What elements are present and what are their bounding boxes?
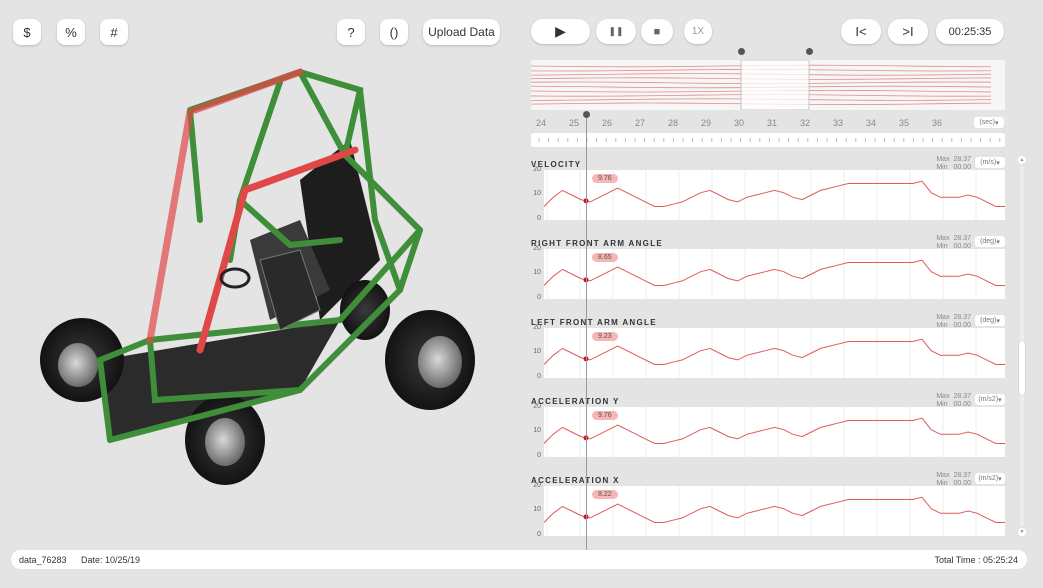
y-tick-label: 10 <box>533 269 541 276</box>
timeline-tick-label: 26 <box>601 118 613 128</box>
skip-start-button[interactable]: I< <box>841 19 881 44</box>
y-tick-label: 0 <box>537 294 541 301</box>
y-tick-label: 0 <box>537 215 541 222</box>
timeline-tick-label: 24 <box>535 118 547 128</box>
scroll-down-icon[interactable]: ▼ <box>1018 528 1026 536</box>
speed-button[interactable]: 1X <box>684 19 712 44</box>
timeline-tick-label: 32 <box>799 118 811 128</box>
chart-title: LEFT FRONT ARM ANGLE <box>531 318 657 327</box>
scroll-thumb[interactable] <box>1019 341 1025 395</box>
y-tick-label: 10 <box>533 427 541 434</box>
playhead-handle[interactable] <box>583 111 590 118</box>
current-value-badge: 9.23 <box>592 332 618 341</box>
y-tick-label: 10 <box>533 190 541 197</box>
y-tick-label: 20 <box>533 324 541 331</box>
chevron-down-icon: ▾ <box>995 119 999 127</box>
timeline-axis: 24 25 26 27 28 29 30 31 32 33 34 35 36 <box>531 116 1005 132</box>
parens-button[interactable]: () <box>380 19 408 45</box>
chart-unit-select[interactable]: (m/s2) ▾ <box>975 473 1005 484</box>
timeline-tick-label: 25 <box>568 118 580 128</box>
vehicle-3d-viewer[interactable] <box>0 60 520 540</box>
upload-data-button[interactable]: Upload Data <box>423 19 500 45</box>
chart-unit-select[interactable]: (m/s2) ▾ <box>975 394 1005 405</box>
timeline-tick-label: 36 <box>931 118 943 128</box>
chart-unit-select[interactable]: (deg) ▾ <box>975 236 1005 247</box>
y-tick-label: 0 <box>537 373 541 380</box>
percent-button[interactable]: % <box>57 19 85 45</box>
timeline-tick-label: 27 <box>634 118 646 128</box>
scroll-up-icon[interactable]: ▲ <box>1018 156 1026 164</box>
chevron-down-icon: ▾ <box>996 159 1000 167</box>
y-tick-label: 20 <box>533 166 541 173</box>
timeline-tick-label: 33 <box>832 118 844 128</box>
chart-title: RIGHT FRONT ARM ANGLE <box>531 239 664 248</box>
timeline-tick-label: 30 <box>733 118 745 128</box>
chart-panel: LEFT FRONT ARM ANGLE Max 28.37 Min 00.00… <box>531 314 1005 386</box>
y-tick-label: 10 <box>533 506 541 513</box>
steering-wheel <box>219 267 251 289</box>
chart-panel: RIGHT FRONT ARM ANGLE Max 28.37 Min 00.0… <box>531 235 1005 307</box>
range-start-handle[interactable] <box>738 48 745 55</box>
y-tick-label: 20 <box>533 482 541 489</box>
pause-icon: ❚❚ <box>608 26 624 36</box>
timeline-tick-label: 31 <box>766 118 778 128</box>
play-button[interactable]: ▶ <box>531 19 590 44</box>
help-button[interactable]: ? <box>337 19 365 45</box>
timeline-tick-label: 34 <box>865 118 877 128</box>
range-end-handle[interactable] <box>806 48 813 55</box>
chart-title: ACCELERATION Y <box>531 397 620 406</box>
chart-panel: ACCELERATION X Max 28.37 Min 00.00 (m/s2… <box>531 472 1005 544</box>
chart-unit-select[interactable]: (deg) ▾ <box>975 315 1005 326</box>
hash-button[interactable]: # <box>100 19 128 45</box>
chart-panel: ACCELERATION Y Max 28.37 Min 00.00 (m/s2… <box>531 393 1005 465</box>
y-tick-label: 0 <box>537 452 541 459</box>
charts-scrollbar[interactable]: ▲ ▼ <box>1017 156 1027 536</box>
timeline-tick-label: 29 <box>700 118 712 128</box>
current-value-badge: 9.76 <box>592 174 618 183</box>
y-tick-label: 20 <box>533 403 541 410</box>
timeline-overview[interactable] <box>531 60 1005 110</box>
chevron-down-icon: ▾ <box>996 238 1000 246</box>
y-tick-label: 0 <box>537 531 541 538</box>
file-name: data_76283 <box>19 555 67 565</box>
current-value-badge: 9.76 <box>592 411 618 420</box>
file-date: Date: 10/25/19 <box>81 555 141 565</box>
stop-button[interactable]: ■ <box>641 19 673 44</box>
rear-right-wheel <box>385 310 475 410</box>
y-tick-label: 20 <box>533 245 541 252</box>
chart-unit-select[interactable]: (m/s) ▾ <box>975 157 1005 168</box>
chart-title: ACCELERATION X <box>531 476 620 485</box>
timeline-ruler[interactable] <box>531 133 1005 147</box>
timeline-tick-label: 28 <box>667 118 679 128</box>
current-value-badge: 8.65 <box>592 253 618 262</box>
currency-button[interactable]: $ <box>13 19 41 45</box>
chart-panel: VELOCITY Max 28.37 Min 00.00 (m/s) ▾ 20 1… <box>531 156 1005 228</box>
pause-button[interactable]: ❚❚ <box>596 19 636 44</box>
playhead-line[interactable] <box>586 114 587 550</box>
chevron-down-icon: ▾ <box>996 317 1000 325</box>
time-unit-select[interactable]: (sec) ▾ <box>974 117 1004 128</box>
stop-icon: ■ <box>653 25 661 38</box>
current-value-badge: 8.22 <box>592 490 618 499</box>
skip-end-button[interactable]: >I <box>888 19 928 44</box>
time-display: 00:25:35 <box>936 19 1004 44</box>
skip-end-icon: >I <box>902 24 914 39</box>
total-time: Total Time : 05:25:24 <box>934 555 1018 565</box>
y-tick-label: 10 <box>533 348 541 355</box>
chevron-down-icon: ▾ <box>998 396 1002 404</box>
chevron-down-icon: ▾ <box>998 475 1002 483</box>
status-bar: data_76283 Date: 10/25/19 Total Time : 0… <box>11 550 1027 569</box>
play-icon: ▶ <box>555 23 566 39</box>
front-left-wheel <box>40 318 124 402</box>
skip-start-icon: I< <box>855 24 867 39</box>
timeline-tick-label: 35 <box>898 118 910 128</box>
overview-selection-window[interactable] <box>740 60 810 110</box>
